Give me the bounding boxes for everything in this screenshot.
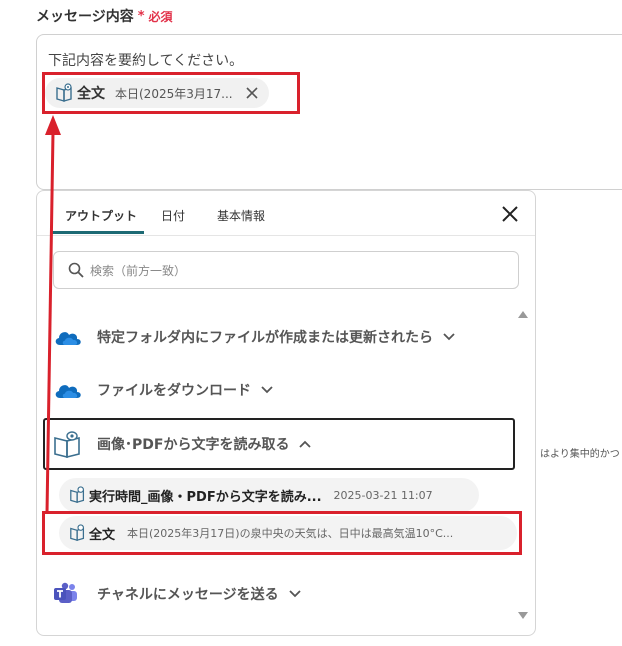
search-placeholder: 検索（前方一致） bbox=[90, 263, 187, 278]
output-picker-panel: アウトプット 日付 基本情報 検索（前方一致） 特定フォルダ内にファイルが作成ま… bbox=[36, 190, 536, 636]
search-icon bbox=[68, 262, 84, 278]
ocr-book-icon bbox=[69, 486, 87, 508]
field-label-text: メッセージ内容 bbox=[36, 9, 134, 25]
teams-icon bbox=[53, 582, 83, 606]
tab-output[interactable]: アウトプット bbox=[65, 207, 137, 224]
section-folder-trigger[interactable]: 特定フォルダ内にファイルが作成または更新されたら bbox=[53, 319, 455, 355]
tab-date[interactable]: 日付 bbox=[161, 207, 185, 224]
section-label: 画像･PDFから文字を読み取る bbox=[97, 437, 290, 453]
section-label: 特定フォルダ内にファイルが作成または更新されたら bbox=[97, 330, 433, 346]
ocr-book-icon bbox=[53, 429, 83, 459]
scroll-up-arrow[interactable] bbox=[518, 311, 528, 318]
output-title: 実行時間_画像・PDFから文字を読み... bbox=[89, 489, 322, 505]
section-ocr-read-text[interactable]: 画像･PDFから文字を読み取る bbox=[53, 426, 312, 462]
required-star: * bbox=[137, 8, 145, 24]
close-icon[interactable] bbox=[501, 205, 519, 223]
panel-tabs: アウトプット 日付 基本情報 bbox=[37, 191, 535, 236]
message-text: 下記内容を要約してください。 bbox=[48, 53, 244, 69]
active-tab-indicator bbox=[51, 231, 144, 234]
chevron-down-icon bbox=[288, 590, 301, 598]
output-item-exec-time[interactable]: 実行時間_画像・PDFから文字を読み... 2025-03-21 11:07 bbox=[59, 478, 479, 512]
message-field-label: メッセージ内容 * 必須 bbox=[36, 6, 173, 26]
section-teams-send-message[interactable]: チャネルにメッセージを送る bbox=[53, 576, 301, 612]
chevron-down-icon bbox=[443, 333, 455, 341]
section-label: チャネルにメッセージを送る bbox=[97, 587, 279, 603]
highlight-inserted-chip bbox=[42, 72, 300, 114]
section-file-download[interactable]: ファイルをダウンロード bbox=[53, 372, 273, 408]
onedrive-cloud-icon bbox=[53, 380, 83, 400]
required-badge: 必須 bbox=[148, 9, 173, 24]
tab-basic-info[interactable]: 基本情報 bbox=[217, 207, 265, 224]
chevron-up-icon bbox=[299, 440, 312, 448]
search-input[interactable]: 検索（前方一致） bbox=[53, 251, 519, 289]
highlight-selected-output bbox=[42, 511, 522, 555]
background-text: はより集中的かつ bbox=[540, 449, 620, 460]
scroll-down-arrow[interactable] bbox=[518, 612, 528, 619]
output-value: 2025-03-21 11:07 bbox=[333, 488, 433, 502]
section-label: ファイルをダウンロード bbox=[97, 383, 251, 399]
chevron-down-icon bbox=[261, 386, 273, 394]
onedrive-cloud-icon bbox=[53, 327, 83, 347]
